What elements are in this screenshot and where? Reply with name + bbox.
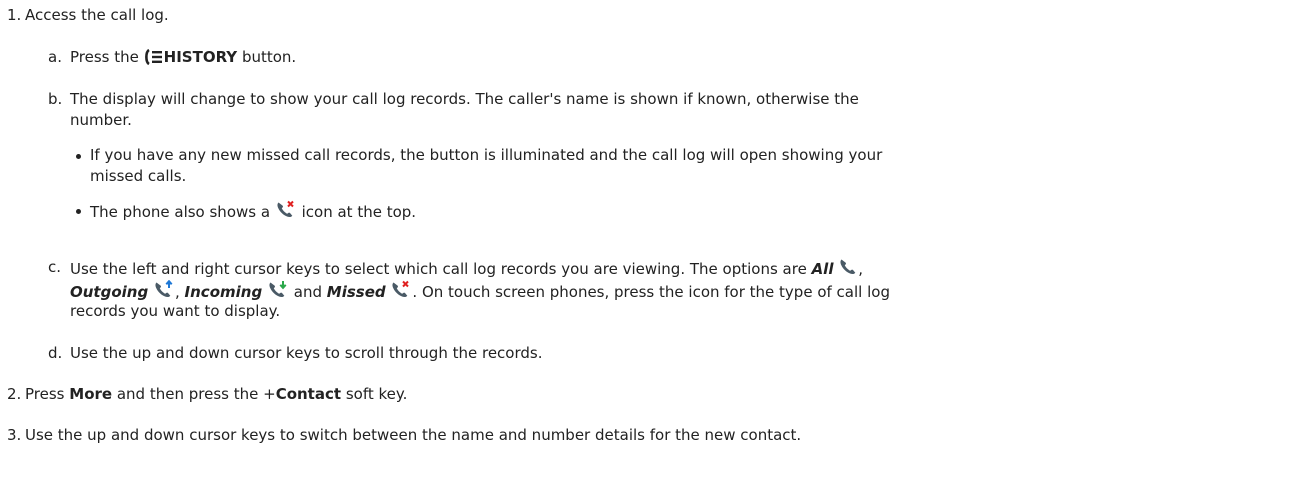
step-1b-bullet2-pre: The phone also shows a [90, 203, 271, 221]
bullet-dot [76, 154, 81, 159]
option-all: All [811, 260, 834, 278]
step-1-number: 1. [7, 6, 22, 24]
option-outgoing: Outgoing [70, 283, 149, 301]
step-2-text: Press More and then press the +Contact s… [25, 384, 407, 404]
option-incoming: Incoming [184, 283, 263, 301]
step-1b-number: b. [48, 90, 63, 108]
step-3-number: 3. [7, 426, 22, 444]
bullet-dot [76, 209, 81, 214]
missed-call-icon [275, 200, 297, 225]
step-2-pre: Press [25, 385, 65, 403]
step-1c-line1: Use the left and right cursor keys to se… [70, 257, 863, 282]
separator: , [174, 283, 180, 301]
step-1b-line2: number. [70, 111, 132, 129]
step-1b-bullet1-line1: If you have any new missed call records,… [90, 146, 883, 164]
step-1c-number: c. [48, 258, 62, 276]
missed-call-icon [390, 280, 412, 305]
step-1b-bullet2-post: icon at the top. [301, 203, 417, 221]
option-missed: Missed [326, 283, 386, 301]
step-3-text: Use the up and down cursor keys to switc… [25, 426, 802, 444]
step-1-text: Access the call log. [25, 6, 169, 24]
all-calls-icon [838, 257, 858, 282]
more-key-label: More [69, 385, 113, 403]
history-icon [144, 48, 164, 70]
step-2-mid: and then press the + [116, 385, 276, 403]
step-1d-text: Use the up and down cursor keys to scrol… [70, 344, 543, 362]
step-1c-line3: records you want to display. [70, 302, 281, 320]
step-1a-number: a. [48, 48, 62, 66]
step-1b-bullet1-line2: missed calls. [90, 167, 187, 185]
and-text: and [293, 283, 322, 301]
contact-key-label: Contact [275, 385, 342, 403]
step-1a-text: Press the HISTORY button. [70, 47, 296, 70]
step-1c-line2-post: . On touch screen phones, press the icon… [412, 283, 890, 301]
step-2-post: soft key. [345, 385, 408, 403]
comma: , [858, 260, 864, 278]
history-button-label: HISTORY [163, 48, 238, 66]
step-1b-bullet2: The phone also shows a icon at the top. [90, 200, 416, 225]
step-1d-number: d. [48, 344, 63, 362]
step-1a-post: button. [241, 48, 297, 66]
step-1c-line1-pre: Use the left and right cursor keys to se… [70, 260, 807, 278]
step-1b-line1: The display will change to show your cal… [70, 90, 859, 108]
step-1a-pre: Press the [70, 48, 139, 66]
step-2-number: 2. [7, 385, 22, 403]
